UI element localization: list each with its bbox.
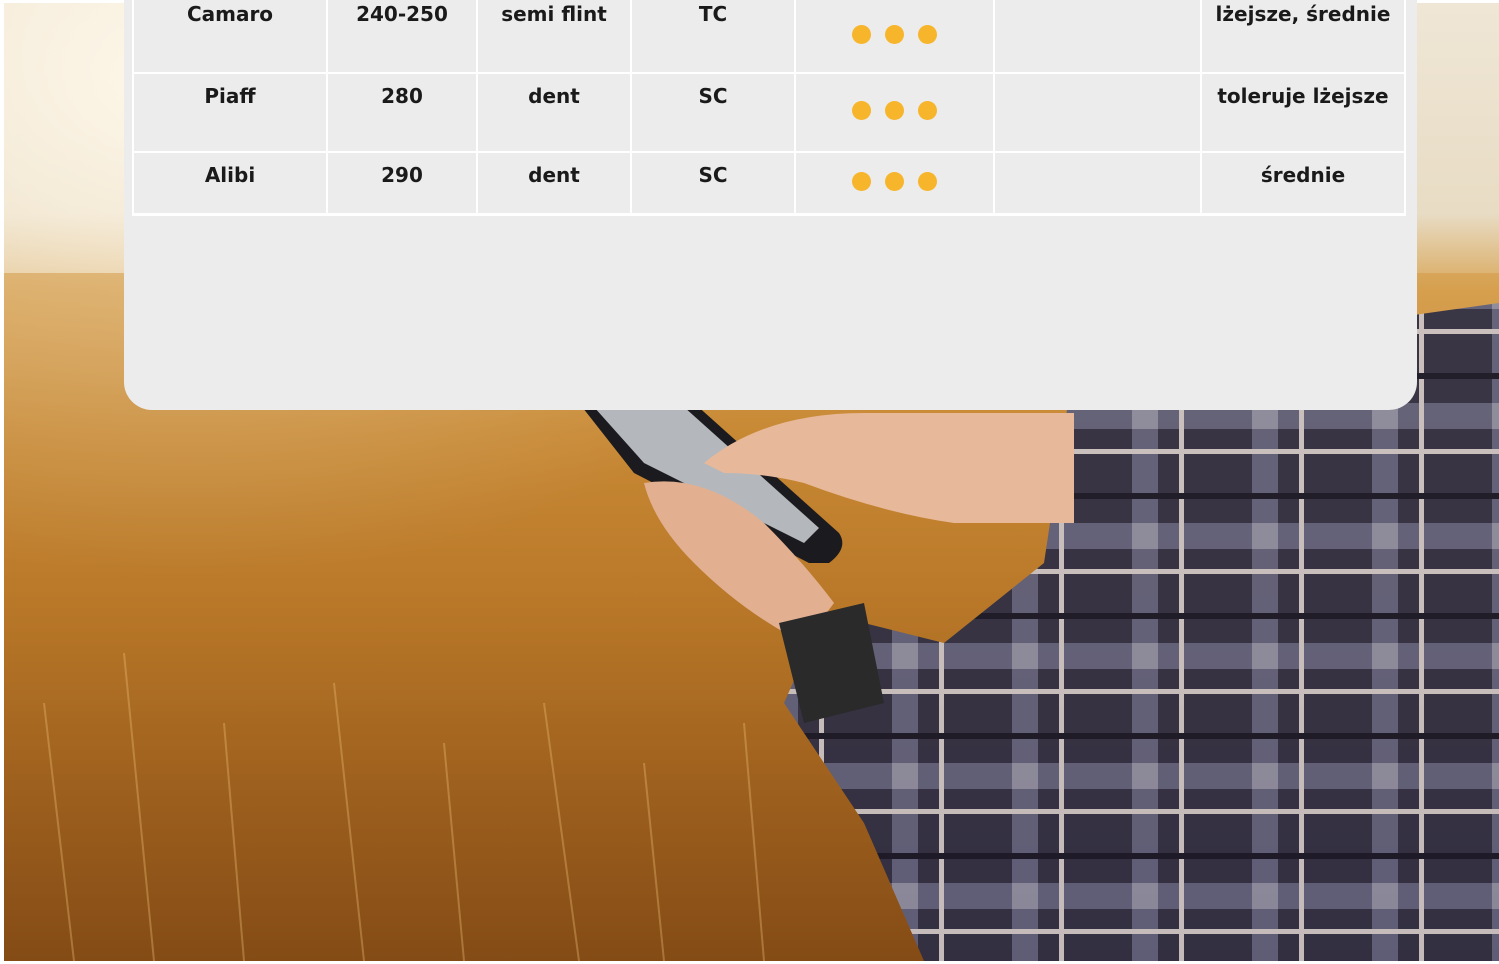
rating-dot-icon — [852, 25, 871, 44]
rating-cell — [794, 0, 995, 74]
grain-type-cell: dent — [476, 151, 632, 216]
fao-cell: 290 — [326, 151, 478, 216]
hybrid-type: SC — [698, 84, 728, 108]
variety-name: Piaff — [204, 84, 256, 108]
rating-dot-icon — [852, 172, 871, 191]
grain-type: dent — [528, 84, 580, 108]
rating-dots — [796, 25, 993, 44]
extra-cell — [993, 151, 1202, 216]
variety-name: Camaro — [186, 2, 274, 26]
rating-dots — [796, 101, 993, 120]
rating-cell — [794, 151, 995, 216]
variety-table: Camaro 240-250 semi flint TC lżejsze, śr… — [132, 0, 1406, 216]
page: Camaro 240-250 semi flint TC lżejsze, śr… — [0, 0, 1499, 964]
rating-dot-icon — [885, 172, 904, 191]
rating-dot-icon — [885, 25, 904, 44]
soil-cell: średnie — [1200, 151, 1406, 216]
rating-cell — [794, 72, 995, 153]
extra-cell — [993, 0, 1202, 74]
hybrid-type-cell: SC — [630, 151, 796, 216]
fao-cell: 280 — [326, 72, 478, 153]
soil-value: lżejsze, średnie — [1215, 2, 1391, 26]
rating-dots — [796, 172, 993, 191]
hybrid-type-cell: TC — [630, 0, 796, 74]
fao-value: 290 — [381, 163, 423, 187]
grain-type: semi flint — [501, 2, 607, 26]
hybrid-type-cell: SC — [630, 72, 796, 153]
soil-value: toleruje lżejsze — [1217, 84, 1389, 108]
grain-type: dent — [528, 163, 580, 187]
table-row: Alibi 290 dent SC średnie — [132, 151, 1406, 216]
fao-cell: 240-250 — [326, 0, 478, 74]
grain-type-cell: semi flint — [476, 0, 632, 74]
variety-name-cell: Piaff — [132, 72, 328, 153]
rating-dot-icon — [918, 25, 937, 44]
variety-name: Alibi — [204, 163, 256, 187]
hybrid-type: SC — [698, 163, 728, 187]
extra-cell — [993, 72, 1202, 153]
soil-cell: lżejsze, średnie — [1200, 0, 1406, 74]
soil-cell: toleruje lżejsze — [1200, 72, 1406, 153]
table-row: Camaro 240-250 semi flint TC lżejsze, śr… — [132, 0, 1406, 74]
rating-dot-icon — [918, 172, 937, 191]
table-row: Piaff 280 dent SC toleruje lżejsze — [132, 72, 1406, 153]
rating-dot-icon — [885, 101, 904, 120]
soil-value: średnie — [1260, 163, 1346, 187]
fao-value: 240-250 — [356, 2, 448, 26]
grain-type-cell: dent — [476, 72, 632, 153]
rating-dot-icon — [852, 101, 871, 120]
rating-dot-icon — [918, 101, 937, 120]
variety-name-cell: Camaro — [132, 0, 328, 74]
hybrid-type: TC — [698, 2, 728, 26]
fao-value: 280 — [381, 84, 423, 108]
variety-name-cell: Alibi — [132, 151, 328, 216]
